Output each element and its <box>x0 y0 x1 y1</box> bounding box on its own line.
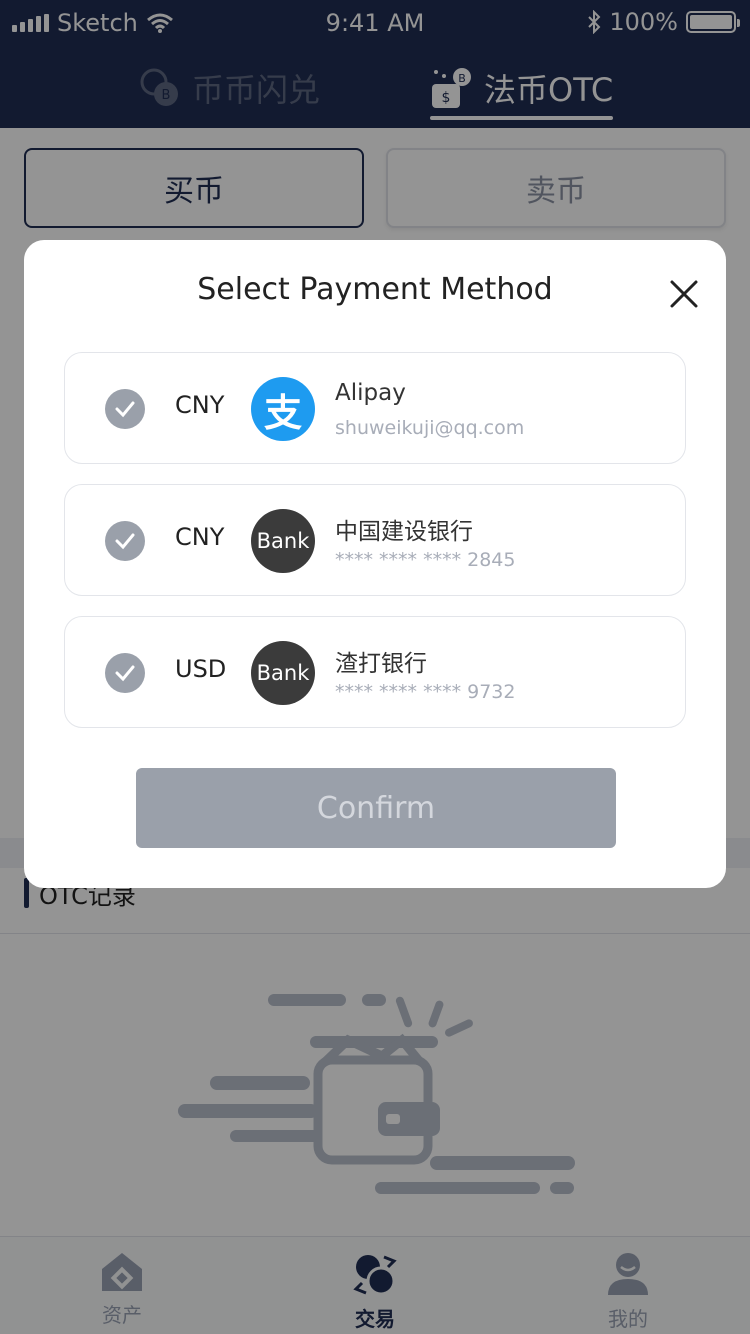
payment-name: 中国建设银行 <box>335 519 473 545</box>
check-icon[interactable] <box>105 389 145 429</box>
payment-method-modal: Select Payment Method CNY 支 Alipay shuwe… <box>24 240 726 888</box>
alipay-icon: 支 <box>251 377 315 441</box>
payment-currency: USD <box>175 655 227 683</box>
close-icon[interactable] <box>664 274 704 314</box>
payment-method-alipay[interactable]: CNY 支 Alipay shuweikuji@qq.com <box>64 352 686 464</box>
bank-logo-text: Bank <box>256 661 310 685</box>
payment-method-ccb[interactable]: CNY Bank 中国建设银行 **** **** **** 2845 <box>64 484 686 596</box>
payment-detail: **** **** **** 2845 <box>335 549 516 571</box>
check-icon[interactable] <box>105 521 145 561</box>
bank-icon: Bank <box>251 509 315 573</box>
alipay-logo-text: 支 <box>263 390 302 435</box>
payment-currency: CNY <box>175 391 225 419</box>
bank-icon: Bank <box>251 641 315 705</box>
payment-detail: shuweikuji@qq.com <box>335 417 525 439</box>
payment-detail: **** **** **** 9732 <box>335 681 516 703</box>
payment-name: 渣打银行 <box>335 651 427 677</box>
check-icon[interactable] <box>105 653 145 693</box>
bank-logo-text: Bank <box>256 529 310 553</box>
modal-title: Select Payment Method <box>197 272 553 307</box>
payment-currency: CNY <box>175 523 225 551</box>
payment-name: Alipay <box>335 380 406 406</box>
confirm-button[interactable]: Confirm <box>136 768 616 848</box>
payment-method-standard-chartered[interactable]: USD Bank 渣打银行 **** **** **** 9732 <box>64 616 686 728</box>
